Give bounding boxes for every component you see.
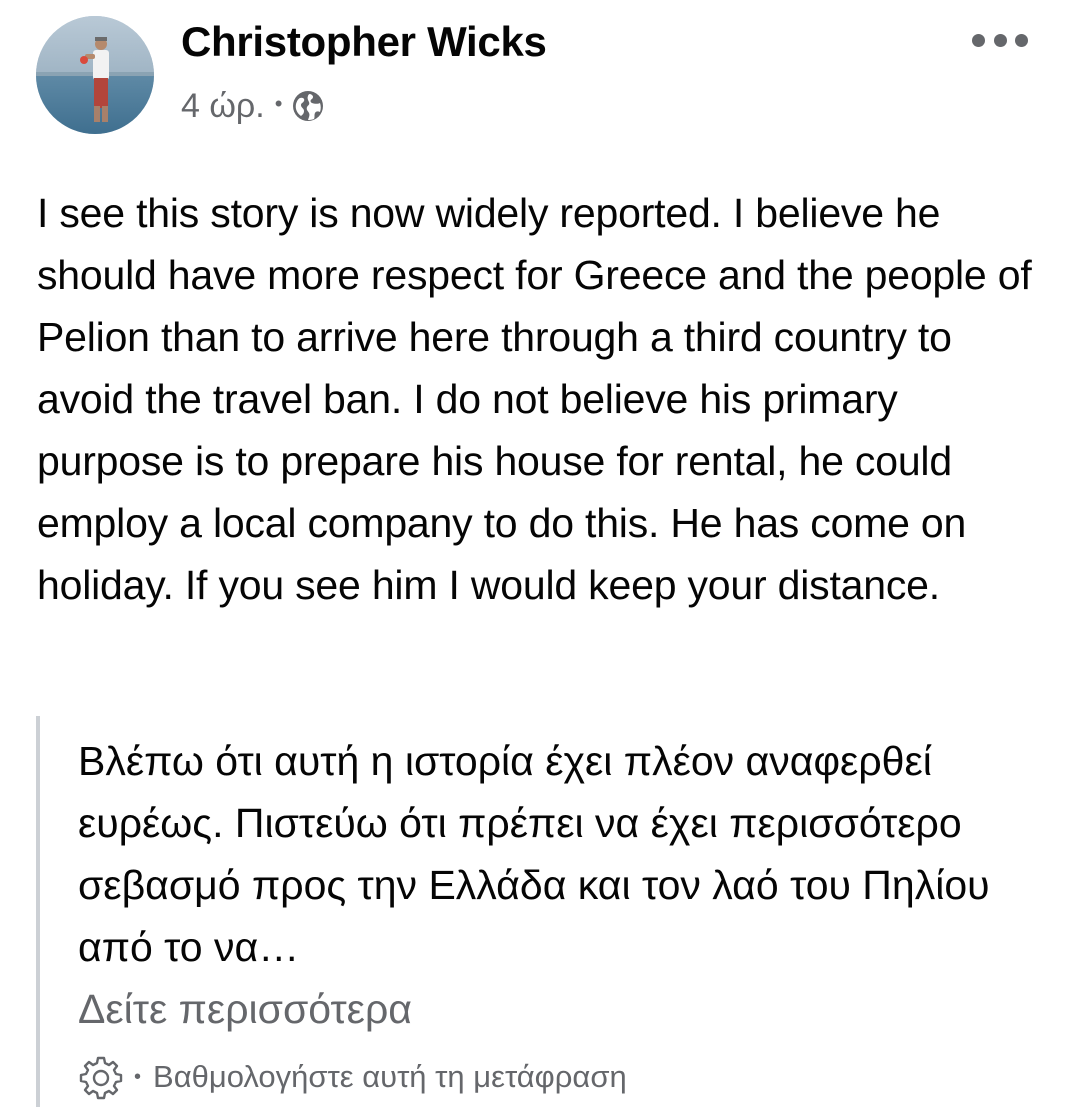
post-meta: 4 ώρ. • — [181, 84, 325, 128]
gear-icon[interactable] — [78, 1054, 124, 1100]
see-more-link[interactable]: Δείτε περισσότερα — [78, 986, 412, 1032]
more-dot — [972, 33, 985, 47]
avatar[interactable] — [36, 16, 154, 134]
more-dot — [993, 33, 1007, 47]
globe-icon[interactable] — [291, 89, 325, 123]
author-name[interactable]: Christopher Wicks — [181, 18, 547, 66]
rate-translation-row: • Βαθμολογήστε αυτή τη μετάφραση — [78, 1052, 627, 1102]
more-options-button[interactable] — [972, 28, 1028, 52]
post-timestamp[interactable]: 4 ώρ. — [181, 87, 265, 126]
translation-block: Βλέπω ότι αυτή η ιστορία έχει πλέον αναφ… — [36, 716, 1050, 1107]
meta-separator: • — [274, 91, 283, 116]
post-body: I see this story is now widely reported.… — [37, 190, 1032, 608]
post-header: Christopher Wicks 4 ώρ. • — [0, 0, 1080, 150]
more-dot — [1015, 33, 1028, 47]
translation-text: Βλέπω ότι αυτή η ιστορία έχει πλέον αναφ… — [78, 730, 1038, 1040]
rate-separator: • — [134, 1065, 142, 1088]
rate-translation-link[interactable]: Βαθμολογήστε αυτή τη μετάφραση — [153, 1059, 627, 1095]
translation-body: Βλέπω ότι αυτή η ιστορία έχει πλέον αναφ… — [78, 738, 990, 970]
